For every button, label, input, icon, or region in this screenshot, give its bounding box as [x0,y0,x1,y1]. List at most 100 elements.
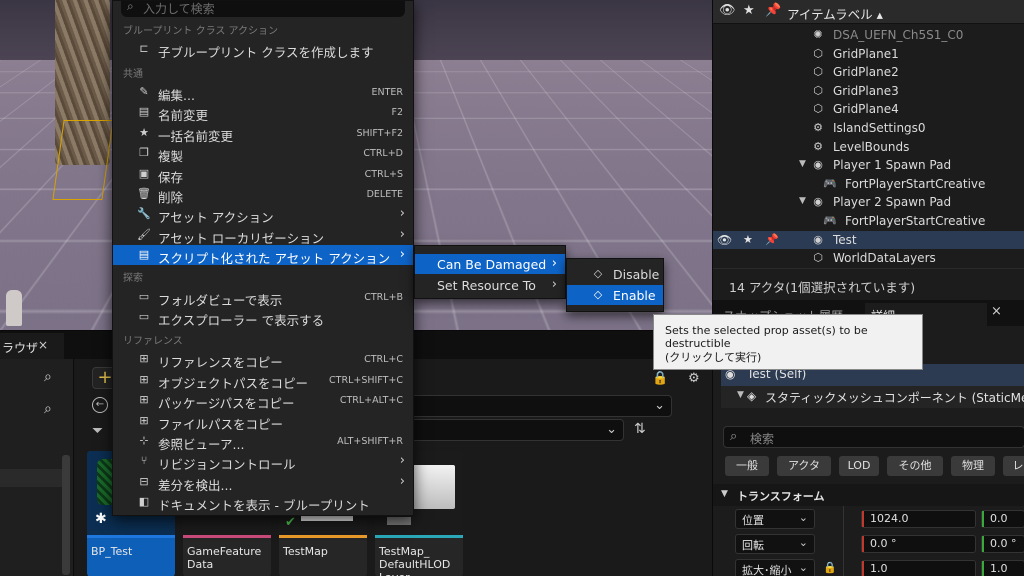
chevron-right-icon: › [552,256,557,271]
section-title: トランスフォーム [737,488,824,504]
menu-item[interactable]: ▭ エクスプローラー で表示する [113,307,413,327]
outliner-row[interactable]: ▼ ◉ Player 2 Spawn Pad [713,193,1024,212]
submenu-item[interactable]: Can Be Damaged › [415,254,565,274]
copy-reference-icon: ⊞ [137,352,151,366]
menu-item[interactable]: ✎ 編集... ENTER [113,82,413,102]
copy-package-path-icon: ⊞ [137,393,151,407]
menu-item[interactable]: 🗑 削除 DELETE [113,184,413,204]
menu-item[interactable]: ▤ スクリプト化された アセット アクション › [113,245,413,265]
search-icon: ⌕ [730,429,737,444]
explorer-icon: ▭ [137,310,151,324]
outliner-row-label: Test [833,233,857,247]
outliner-row-label: GridPlane1 [833,47,899,61]
outliner-row[interactable]: ⬡ GridPlane2 [713,63,1024,82]
transform-mode-dropdown[interactable]: 位置 ⌄ [735,509,815,529]
filter-button[interactable]: レ [1003,456,1024,476]
y-value-field[interactable]: 0.0 [981,510,1024,528]
submenu-item[interactable]: Set Resource To › [415,275,565,295]
collapse-arrow-icon[interactable]: ▼ [737,390,744,400]
lock-icon[interactable]: 🔒 [823,561,837,574]
menu-item[interactable]: ⊹ 参照ビューア... ALT+SHIFT+R [113,431,413,451]
menu-item[interactable]: 🖌 アセット ローカリゼーション › [113,225,413,245]
menu-item[interactable]: ⊏ 子ブループリント クラスを作成します [113,39,413,59]
submenu-item[interactable]: ◇ Enable [567,285,663,305]
menu-item[interactable]: ⊞ リファレンスをコピー CTRL+C [113,349,413,369]
menu-item[interactable]: ◧ ドキュメントを表示 - ブループリント [113,492,413,512]
sort-icon[interactable]: ⇅ [634,421,646,437]
outliner-row[interactable]: ◉ Test 👁 ★ 📌 [713,231,1024,250]
transform-mode-dropdown[interactable]: 拡大･縮小 ⌄ [735,559,815,576]
search-icon[interactable]: ⌕ [44,369,60,385]
collapse-arrow-icon[interactable]: ▼ [799,159,806,169]
menu-item[interactable]: ⊞ ファイルパスをコピー [113,411,413,431]
cube-icon: ⬡ [811,65,825,79]
component-row-child[interactable]: ▼ ◈ スタティックメッシュコンポーネント (StaticMesh [721,386,1024,408]
outliner-row[interactable]: ⬡ WorldDataLayers [713,249,1024,268]
chevron-down-icon: ⌄ [654,398,665,413]
transform-mode-dropdown[interactable]: 回転 ⌄ [735,534,815,554]
star-icon[interactable]: ★ [743,233,753,246]
menu-item[interactable]: 🔧 アセット アクション › [113,204,413,224]
filter-dropdown[interactable]: ⌄ [404,419,624,441]
filter-button[interactable]: その他 [887,456,943,476]
close-icon[interactable]: × [991,304,1002,319]
x-axis-indicator [862,511,864,527]
outliner-row[interactable]: ▼ ◉ Player 1 Spawn Pad [713,156,1024,175]
transform-section-header[interactable]: ▼ トランスフォーム [713,484,1024,506]
scrollbar[interactable] [62,455,70,575]
outliner-row[interactable]: ⚙ IslandSettings0 [713,119,1024,138]
outliner-row[interactable]: ✺ DSA_UEFN_Ch5S1_C0 [713,26,1024,45]
menu-item[interactable]: ▣ 保存 CTRL+S [113,164,413,184]
outliner-row[interactable]: 🎮 FortPlayerStartCreative [713,212,1024,231]
lock-icon[interactable]: 🔒 [652,371,668,386]
search-icon[interactable]: ⌕ [44,401,60,417]
menu-item[interactable]: ▭ フォルダビューで表示 CTRL+B [113,287,413,307]
menu-item[interactable]: ⊟ 差分を検出... › [113,472,413,492]
filter-button[interactable]: アクタ [777,456,831,476]
filter-button[interactable]: 物理 [951,456,995,476]
menu-search-input[interactable]: ⌕ 入力して検索 [121,1,405,17]
pin-icon[interactable]: 📌 [765,233,779,246]
menu-item[interactable]: ▤ 名前変更 F2 [113,102,413,122]
details-search-input[interactable]: ⌕ 検索 [723,426,1024,448]
filter-button[interactable]: 一般 [725,456,769,476]
outliner-row[interactable]: 🎮 FortPlayerStartCreative [713,175,1024,194]
check-icon: ✔ [285,515,296,530]
pin-icon[interactable]: 📌 [765,3,781,18]
menu-item[interactable]: ❐ 複製 CTRL+D [113,143,413,163]
menu-item[interactable]: ⊞ パッケージパスをコピー CTRL+ALT+C [113,390,413,410]
content-browser-tab[interactable]: ラウザ × [0,333,64,359]
outliner-row-label: GridPlane4 [833,102,899,116]
y-value-field[interactable]: 1.0 [981,560,1024,576]
menu-item[interactable]: ⊞ オブジェクトパスをコピー CTRL+SHIFT+C [113,370,413,390]
close-icon[interactable]: × [38,338,48,352]
filter-icon[interactable]: ⏷ [92,423,103,439]
eye-icon[interactable]: 👁 [719,3,736,18]
outliner-row[interactable]: ⚙ LevelBounds [713,138,1024,157]
outliner-row[interactable]: ⬡ GridPlane4 [713,100,1024,119]
column-item-label[interactable]: アイテムラベル ▴ [787,4,883,23]
outliner-row[interactable]: ⬡ GridPlane1 [713,45,1024,64]
can-be-damaged-submenu: ◇ Disable ◇ Enable [566,258,664,312]
reference-viewer-icon: ⊹ [137,434,151,448]
filter-button[interactable]: LOD [839,456,879,476]
gear-icon[interactable]: ⚙ [688,371,700,386]
y-value-field[interactable]: 0.0 ° [981,535,1024,553]
outliner-row[interactable]: ⬡ GridPlane3 [713,82,1024,101]
x-value-field[interactable]: 1024.0 [861,510,976,528]
asset-context-menu: ⌕ 入力して検索 ブループリント クラス アクション ⊏ 子ブループリント クラスを… [112,0,414,516]
x-value-field[interactable]: 0.0 ° [861,535,976,553]
path-breadcrumb[interactable]: ⌄ [404,395,672,417]
eye-icon[interactable]: 👁 [717,233,732,247]
back-icon[interactable]: ← [92,397,108,413]
star-icon[interactable]: ★ [743,3,755,18]
menu-item[interactable]: ⑂ リビジョンコントロール › [113,451,413,471]
asset-type-bar [87,535,175,538]
outliner-row-label: Player 1 Spawn Pad [833,158,951,172]
menu-item[interactable]: ★ 一括名前変更 SHIFT+F2 [113,123,413,143]
submenu-item[interactable]: ◇ Disable [567,264,663,284]
x-value-field[interactable]: 1.0 [861,560,976,576]
folder-tree-selected-row[interactable] [0,469,62,487]
collapse-arrow-icon[interactable]: ▼ [799,196,806,206]
brush-icon: 🖌 [137,228,151,242]
